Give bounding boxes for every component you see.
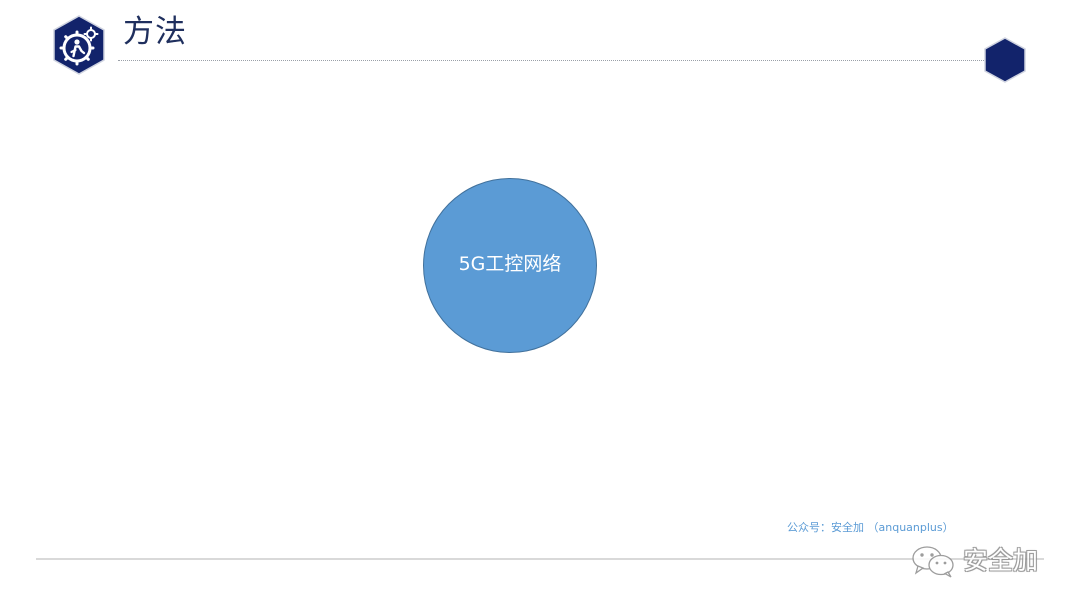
page-title: 方法 <box>123 14 187 50</box>
slide: 方法 5G工控网络 公众号：安全加 （anquanplus） 安全加 <box>0 0 1080 608</box>
gear-person-hex-icon <box>53 15 105 75</box>
watermark: 安全加 <box>905 543 1038 579</box>
watermark-text: 安全加 <box>963 546 1039 575</box>
credit-text: 公众号：安全加 （anquanplus） <box>787 521 954 534</box>
center-circle-node: 5G工控网络 <box>423 178 597 353</box>
footer-divider <box>36 558 1044 560</box>
center-circle-label: 5G工控网络 <box>458 253 562 275</box>
wechat-icon <box>912 546 954 578</box>
title-divider <box>118 60 984 61</box>
hexagon-icon <box>984 37 1026 83</box>
